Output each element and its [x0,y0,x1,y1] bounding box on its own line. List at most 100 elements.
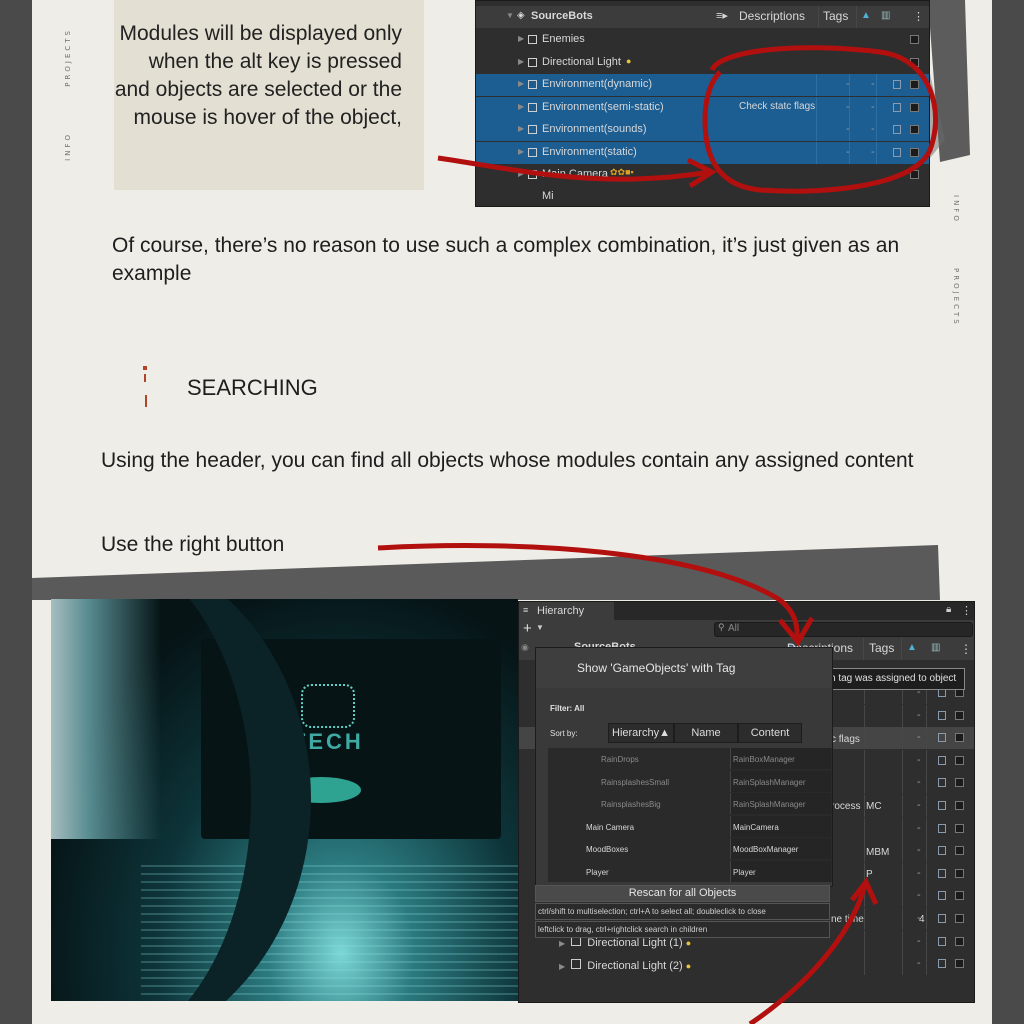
expand-arrow[interactable]: ▶ [518,34,524,43]
divider [864,953,865,976]
hierarchy-row[interactable]: ▶ Main Camera ✿✿■▪ [476,164,929,186]
popup-result-row[interactable]: RainsplashesSmall RainSplashManager [548,770,832,793]
active-checkbox[interactable] [955,733,964,743]
active-checkbox[interactable] [955,823,964,833]
visibility-icon[interactable]: ◉ [521,642,529,653]
hierarchy-row[interactable]: ▶ Directional Light ● [476,51,929,74]
active-checkbox[interactable] [910,57,919,67]
divider [876,96,877,119]
result-content: RainSplashManager [733,800,806,809]
hierarchy-row[interactable]: ▶ Environment(dynamic) - - [476,74,929,96]
expand-arrow[interactable]: ▶ [518,57,524,66]
module-icon [893,147,901,157]
sort-content-button[interactable]: Content [738,723,802,743]
tags-tab[interactable]: Tags [823,9,848,23]
popup-result-row[interactable]: RainDrops RainBoxManager [548,748,832,770]
search-field[interactable]: ⚲ All [714,622,973,637]
hierarchy-row[interactable]: ▶ Environment(semi-static) - - Check statc f… [476,96,929,119]
expand-arrow[interactable]: ▶ [518,79,524,88]
module-icon [893,102,901,112]
divider [926,840,927,863]
active-checkbox[interactable] [910,170,919,179]
popup-list: RainDrops RainBoxManager RainsplashesSmall… [548,748,832,882]
more-icon[interactable]: ⋮ [961,604,972,617]
active-checkbox[interactable] [955,891,964,901]
divider [864,795,865,817]
active-checkbox[interactable] [955,959,964,969]
hierarchy-row[interactable]: ▶ Environment(static) - - [476,141,929,164]
active-checkbox[interactable] [955,914,964,923]
expand-arrow[interactable]: ▶ [518,124,524,133]
empty-dash: - [871,123,875,135]
tags-tab[interactable]: Tags [869,641,894,655]
divider [864,817,865,840]
active-checkbox[interactable] [955,846,964,856]
active-checkbox[interactable] [910,125,919,134]
sort-hierarchy-button[interactable]: Hierarchy▲ [608,723,674,743]
hierarchy-row[interactable]: ▶ Environment(sounds) - - [476,119,929,141]
active-checkbox[interactable] [955,755,964,765]
popup-result-row[interactable]: RainsplashesBig RainSplashManager [548,793,832,815]
result-name: MoodBoxes [586,845,629,854]
object-label: Environment(sounds) [542,123,647,135]
empty-dash: - [917,753,921,766]
divider [902,885,903,908]
unity-logo-icon: ◈ [517,10,525,21]
descriptions-tab[interactable]: Descriptions [739,9,805,23]
lock-icon[interactable]: 🔒︎ [946,604,951,615]
active-checkbox[interactable] [910,102,919,112]
hierarchy-row[interactable]: ▶ Enemies [476,29,929,51]
expand-arrow[interactable]: ▶ [518,147,524,156]
expand-arrow[interactable]: ▶ [559,962,565,971]
module-icon [938,891,946,901]
divider [926,772,927,795]
divider [926,885,927,908]
active-checkbox[interactable] [910,80,919,89]
columns-icon[interactable]: ≡▸ [716,9,728,22]
popup-result-row[interactable]: Main Camera MainCamera [548,815,832,838]
hint-text-1: ctrl/shift to multiselection; ctrl+A to … [538,907,766,916]
active-checkbox[interactable] [955,936,964,946]
object-label: Environment(semi-static) [542,100,664,113]
expand-arrow[interactable]: ▶ [518,102,524,111]
active-checkbox[interactable] [955,778,964,788]
note-text: Modules will be displayed only when the … [114,22,402,129]
result-name: Player [586,867,609,877]
popup-result-row[interactable]: Player Player [548,860,832,883]
hint-bar-2: leftclick to drag, ctrl+rightclick searc… [535,921,830,938]
active-checkbox[interactable] [910,147,919,157]
active-checkbox[interactable] [955,868,964,878]
object-label: Directional Light [542,55,621,68]
module-icon [893,80,901,89]
active-checkbox[interactable] [955,801,964,810]
object-label: Mi [542,190,554,202]
add-button[interactable]: + [523,620,532,637]
divider [818,6,819,28]
empty-dash: - [917,889,921,902]
side-label-projects-left: PROJECTS [64,28,72,87]
active-checkbox[interactable] [955,710,964,720]
expand-arrow[interactable]: ▶ [518,169,524,178]
hierarchy-row[interactable]: Mi [476,186,929,206]
expand-arrow[interactable]: ▼ [506,11,514,20]
hint-bar-1: ctrl/shift to multiselection; ctrl+A to … [535,903,830,920]
light-bulb-icon: ● [685,961,692,971]
paragraph-searching: Using the header, you can find all objec… [101,449,914,472]
directional-light-row-2[interactable]: ▶ Directional Light (2) ● [559,959,691,972]
active-checkbox[interactable] [910,35,919,44]
sort-name-button[interactable]: Name [674,723,738,743]
result-content: Player [733,867,756,877]
more-icon[interactable]: ⋮ [960,642,972,656]
result-content-cell: RainSplashManager [730,770,831,792]
add-dropdown-icon[interactable]: ▼ [536,623,544,632]
layers-icon: ▥ [881,10,891,21]
more-icon[interactable]: ⋮ [913,10,924,23]
divider [902,772,903,795]
popup-result-row[interactable]: MoodBoxes MoodBoxManager [548,838,832,860]
expand-arrow[interactable]: ▶ [559,939,565,948]
divider [902,840,903,863]
hierarchy-tab[interactable]: ≡ Hierarchy [519,602,614,620]
rescan-button[interactable]: Rescan for all Objects [535,885,830,902]
light-bulb-icon: ● [685,938,692,948]
divider [856,6,857,28]
